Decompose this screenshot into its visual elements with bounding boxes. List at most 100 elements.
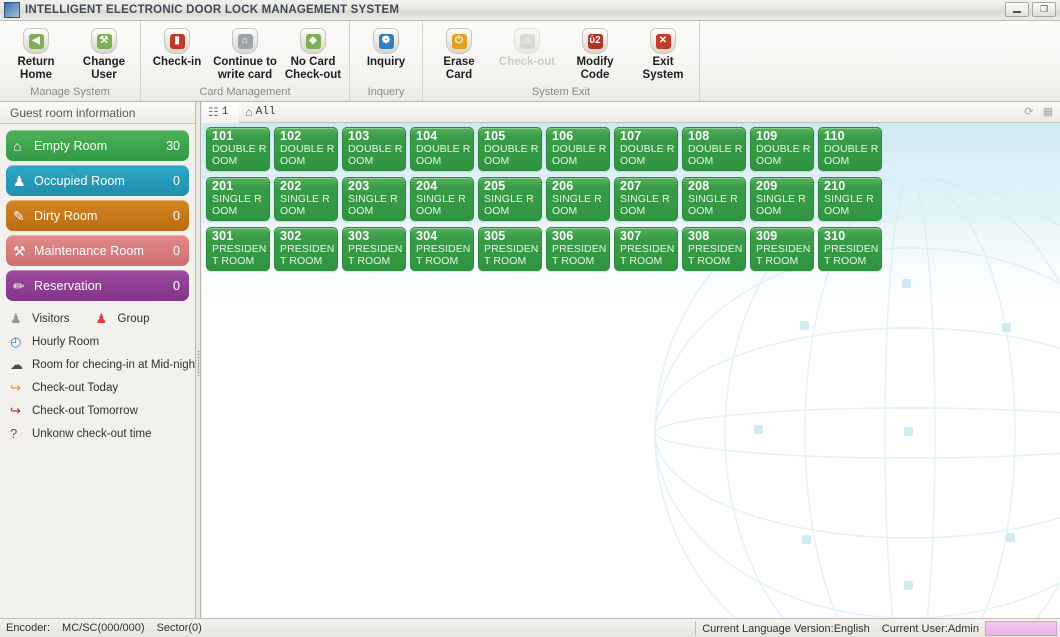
window-controls: ❐: [1005, 2, 1056, 17]
building-icon: ☷: [208, 106, 219, 118]
legend-item-group: ♟Group: [96, 312, 150, 325]
status-button-maintenance-room[interactable]: ⚒Maintenance Room0: [6, 235, 189, 266]
room-tile-301[interactable]: 301PRESIDENT ROOM: [206, 227, 270, 271]
grid-view-icon[interactable]: ▦: [1041, 105, 1055, 119]
no-card-check-out-button[interactable]: ◆No Card Check-out: [279, 25, 347, 83]
ribbon-group-manage-system: ◀Return Home⚒Change UserManage System: [0, 21, 141, 101]
room-tile-204[interactable]: 204SINGLE ROOM: [410, 177, 474, 221]
modify-code-button[interactable]: ὑ2Modify Code: [561, 25, 629, 83]
room-number: 308: [688, 229, 745, 243]
room-tile-109[interactable]: 109DOUBLE ROOM: [750, 127, 814, 171]
status-button-count: 0: [173, 279, 180, 293]
room-tile-108[interactable]: 108DOUBLE ROOM: [682, 127, 746, 171]
status-button-dirty-room[interactable]: ✎Dirty Room0: [6, 200, 189, 231]
status-button-empty-room[interactable]: ⌂Empty Room30: [6, 130, 189, 161]
close-circle-icon: ✕: [650, 28, 676, 54]
bulb-icon: ☁: [10, 358, 32, 371]
room-tile-107[interactable]: 107DOUBLE ROOM: [614, 127, 678, 171]
room-tile-101[interactable]: 101DOUBLE ROOM: [206, 127, 270, 171]
encoder-label: Encoder:: [0, 619, 56, 637]
room-tile-203[interactable]: 203SINGLE ROOM: [342, 177, 406, 221]
wrench-icon: ⚒: [13, 244, 34, 258]
room-canvas: 101DOUBLE ROOM102DOUBLE ROOM103DOUBLE RO…: [202, 123, 1060, 618]
sidebar-splitter[interactable]: [196, 102, 201, 618]
room-number: 305: [484, 229, 541, 243]
status-button-label: Occupied Room: [34, 174, 173, 188]
tab-all[interactable]: ⌂All: [239, 102, 286, 123]
main-panel: ☷1⌂All ⟳ ▦: [202, 102, 1060, 618]
minimize-button[interactable]: [1005, 2, 1029, 17]
room-type: PRESIDENT ROOM: [212, 243, 269, 267]
room-tile-210[interactable]: 210SINGLE ROOM: [818, 177, 882, 221]
room-type: DOUBLE ROOM: [756, 143, 813, 167]
status-button-occupied-room[interactable]: ♟Occupied Room0: [6, 165, 189, 196]
change-user-label: Change User: [70, 56, 138, 82]
room-tile-110[interactable]: 110DOUBLE ROOM: [818, 127, 882, 171]
exit-arrow-icon: ↪: [10, 381, 32, 394]
room-tile-309[interactable]: 309PRESIDENT ROOM: [750, 227, 814, 271]
room-tile-307[interactable]: 307PRESIDENT ROOM: [614, 227, 678, 271]
room-number: 104: [416, 129, 473, 143]
room-tile-207[interactable]: 207SINGLE ROOM: [614, 177, 678, 221]
room-tile-205[interactable]: 205SINGLE ROOM: [478, 177, 542, 221]
room-tile-303[interactable]: 303PRESIDENT ROOM: [342, 227, 406, 271]
restore-button[interactable]: ❐: [1032, 2, 1056, 17]
room-tile-105[interactable]: 105DOUBLE ROOM: [478, 127, 542, 171]
room-number: 103: [348, 129, 405, 143]
room-tile-201[interactable]: 201SINGLE ROOM: [206, 177, 270, 221]
check-in-button[interactable]: ▮Check-in: [143, 25, 211, 70]
legend-item-label: Group: [118, 313, 150, 325]
return-home-button[interactable]: ◀Return Home: [2, 25, 70, 83]
room-number: 203: [348, 179, 405, 193]
encoder-value: MC/SC(000/000): [56, 619, 151, 637]
user-switch-icon: ⚒: [91, 28, 117, 54]
power-icon: ⏻: [446, 28, 472, 54]
room-number: 208: [688, 179, 745, 193]
room-tile-102[interactable]: 102DOUBLE ROOM: [274, 127, 338, 171]
room-tile-306[interactable]: 306PRESIDENT ROOM: [546, 227, 610, 271]
room-tile-208[interactable]: 208SINGLE ROOM: [682, 177, 746, 221]
room-number: 201: [212, 179, 269, 193]
tab-building-1[interactable]: ☷1: [202, 102, 239, 123]
exit-system-button[interactable]: ✕Exit System: [629, 25, 697, 83]
room-tile-209[interactable]: 209SINGLE ROOM: [750, 177, 814, 221]
ribbon-group-items: ▮Check-in⌂Continue to write card◆No Card…: [143, 21, 347, 86]
room-number: 107: [620, 129, 677, 143]
room-tile-103[interactable]: 103DOUBLE ROOM: [342, 127, 406, 171]
refresh-icon[interactable]: ⟳: [1022, 105, 1036, 119]
legend-item-unknown-check-out-time: ?Unkonw check-out time: [10, 427, 152, 440]
room-type: SINGLE ROOM: [416, 193, 473, 217]
room-type: SINGLE ROOM: [756, 193, 813, 217]
room-tile-106[interactable]: 106DOUBLE ROOM: [546, 127, 610, 171]
room-legend-list: ♟Visitors♟Group◴Hourly Room☁Room for che…: [6, 305, 189, 445]
modify-code-label: Modify Code: [561, 56, 629, 82]
tab-tools: ⟳ ▦: [1022, 105, 1055, 119]
room-tile-206[interactable]: 206SINGLE ROOM: [546, 177, 610, 221]
erase-card-button[interactable]: ⏻Erase Card: [425, 25, 493, 83]
room-row: 101DOUBLE ROOM102DOUBLE ROOM103DOUBLE RO…: [202, 123, 1060, 173]
room-type: DOUBLE ROOM: [552, 143, 609, 167]
title-bar: INTELLIGENT ELECTRONIC DOOR LOCK MANAGEM…: [0, 0, 1060, 21]
room-type: DOUBLE ROOM: [484, 143, 541, 167]
room-tile-202[interactable]: 202SINGLE ROOM: [274, 177, 338, 221]
room-tile-304[interactable]: 304PRESIDENT ROOM: [410, 227, 474, 271]
restore-icon: ❐: [1040, 5, 1048, 14]
status-button-reservation[interactable]: ✏Reservation0: [6, 270, 189, 301]
ribbon-group-inquery: ❁InquiryInquery: [350, 21, 423, 101]
inquiry-button[interactable]: ❁Inquiry: [352, 25, 420, 70]
puzzle-icon: ❁: [373, 28, 399, 54]
room-tile-302[interactable]: 302PRESIDENT ROOM: [274, 227, 338, 271]
continue-write-card-button[interactable]: ⌂Continue to write card: [211, 25, 279, 83]
home-icon: ⌂: [245, 106, 252, 118]
room-number: 106: [552, 129, 609, 143]
group-icon: ♟: [96, 312, 118, 325]
room-tile-310[interactable]: 310PRESIDENT ROOM: [818, 227, 882, 271]
legend-row: ?Unkonw check-out time: [10, 422, 189, 445]
room-tile-104[interactable]: 104DOUBLE ROOM: [410, 127, 474, 171]
change-user-button[interactable]: ⚒Change User: [70, 25, 138, 83]
room-type: PRESIDENT ROOM: [620, 243, 677, 267]
room-number: 310: [824, 229, 881, 243]
room-tile-305[interactable]: 305PRESIDENT ROOM: [478, 227, 542, 271]
room-number: 307: [620, 229, 677, 243]
room-tile-308[interactable]: 308PRESIDENT ROOM: [682, 227, 746, 271]
